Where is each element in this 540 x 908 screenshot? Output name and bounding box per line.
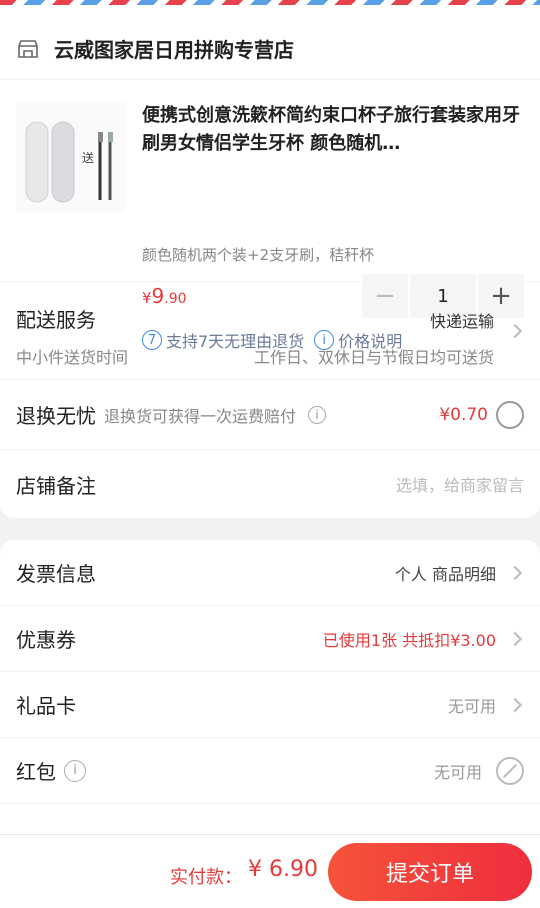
gift-card-row[interactable]: 礼品卡 无可用 bbox=[0, 672, 540, 738]
return-guarantee-price: ¥0.70 bbox=[439, 404, 488, 425]
airmail-border bbox=[0, 0, 540, 18]
product-thumbnail[interactable]: 送 bbox=[16, 102, 126, 212]
info-icon[interactable]: i bbox=[64, 759, 86, 782]
order-card: 云威图家居日用拼购专营店 送 便携式创意洗簌杯简约束口杯子旅行套装家用牙刷男女情… bbox=[0, 18, 540, 518]
gift-card-value: 无可用 bbox=[447, 696, 496, 716]
chevron-right-icon bbox=[507, 697, 523, 712]
delivery-method: 快递运输 bbox=[429, 312, 494, 331]
product-title[interactable]: 便携式创意洗簌杯简约束口杯子旅行套装家用牙刷男女情侣学生牙杯 颜色随机… bbox=[142, 102, 526, 158]
shop-note-input[interactable]: 选填，给商家留言 bbox=[396, 472, 524, 496]
svg-text:送: 送 bbox=[82, 150, 94, 165]
pay-amount: ¥ 6.90 bbox=[248, 857, 318, 882]
return-guarantee-desc: 退换货可获得一次运费赔付 bbox=[104, 406, 297, 426]
delivery-time-value: 工作日、双休日与节假日均可送货 bbox=[253, 348, 494, 367]
red-packet-row: 红包 i 无可用 bbox=[0, 738, 540, 804]
submit-order-button[interactable]: 提交订单 bbox=[328, 843, 532, 901]
delivery-service-row[interactable]: 配送服务 快递运输 中小件送货时间 工作日、双休日与节假日均可送货 bbox=[0, 282, 540, 380]
checkout-bar: 实付款： ¥ 6.90 提交订单 bbox=[0, 834, 540, 908]
store-icon bbox=[18, 39, 38, 58]
red-packet-value: 无可用 bbox=[433, 762, 482, 782]
disabled-icon bbox=[496, 756, 524, 785]
delivery-time-label: 中小件送货时间 bbox=[16, 348, 129, 367]
product-item: 送 便携式创意洗簌杯简约束口杯子旅行套装家用牙刷男女情侣学生牙杯 颜色随机… 颜… bbox=[0, 80, 540, 351]
pay-label: 实付款： bbox=[170, 867, 242, 888]
shop-note-label: 店铺备注 bbox=[16, 473, 96, 498]
gift-card-label: 礼品卡 bbox=[16, 694, 76, 718]
coupon-label: 优惠券 bbox=[16, 628, 76, 652]
chevron-right-icon bbox=[507, 631, 523, 646]
product-image: 送 bbox=[25, 121, 113, 203]
return-guarantee-checkbox[interactable] bbox=[496, 400, 524, 429]
chevron-right-icon bbox=[507, 323, 523, 339]
store-name: 云威图家居日用拼购专营店 bbox=[54, 38, 294, 62]
return-guarantee-label: 退换无忧 bbox=[16, 404, 96, 428]
product-spec: 颜色随机两个装+2支牙刷，秸秆杯 bbox=[142, 246, 375, 264]
coupon-value: 已使用1张 共抵扣¥3.00 bbox=[322, 630, 496, 650]
delivery-label: 配送服务 bbox=[16, 308, 96, 332]
invoice-row[interactable]: 发票信息 个人 商品明细 bbox=[0, 540, 540, 606]
invoice-value: 个人 商品明细 bbox=[394, 564, 496, 584]
shop-note-row: 店铺备注 选填，给商家留言 bbox=[0, 450, 540, 518]
red-packet-label: 红包 bbox=[16, 760, 56, 784]
coupon-row[interactable]: 优惠券 已使用1张 共抵扣¥3.00 bbox=[0, 606, 540, 672]
info-icon[interactable]: i bbox=[308, 405, 327, 424]
invoice-label: 发票信息 bbox=[16, 562, 96, 586]
return-guarantee-row: 退换无忧 退换货可获得一次运费赔付 i ¥0.70 bbox=[0, 380, 540, 450]
store-header[interactable]: 云威图家居日用拼购专营店 bbox=[0, 18, 540, 80]
payment-options-card: 发票信息 个人 商品明细 优惠券 已使用1张 共抵扣¥3.00 礼品卡 无可用 … bbox=[0, 540, 540, 844]
chevron-right-icon bbox=[507, 565, 523, 580]
